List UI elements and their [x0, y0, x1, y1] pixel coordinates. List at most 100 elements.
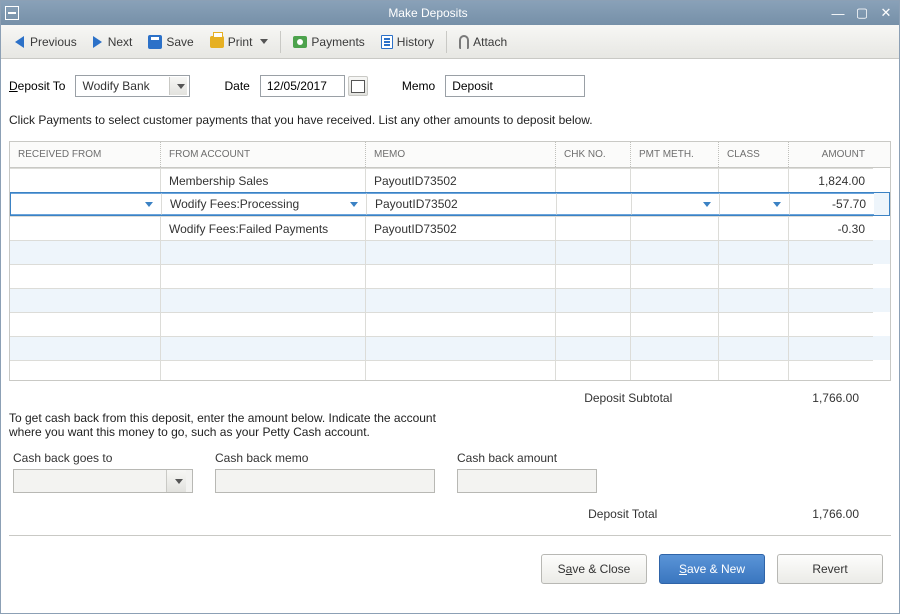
table-cell[interactable] [555, 312, 630, 336]
col-class[interactable]: CLASS [718, 142, 788, 167]
table-cell[interactable]: Wodify Fees:Failed Payments [160, 216, 365, 240]
table-cell[interactable]: PayoutID73502 [365, 168, 555, 192]
table-cell[interactable] [630, 312, 718, 336]
table-cell[interactable] [630, 216, 718, 240]
table-row[interactable] [10, 240, 890, 264]
table-cell[interactable] [556, 193, 631, 215]
table-cell[interactable] [365, 336, 555, 360]
table-cell[interactable] [555, 288, 630, 312]
col-chk-no[interactable]: CHK NO. [555, 142, 630, 167]
table-row[interactable] [10, 312, 890, 336]
table-cell[interactable] [788, 312, 873, 336]
save-close-button[interactable]: Save & Close [541, 554, 647, 584]
calendar-icon[interactable] [348, 76, 368, 96]
print-button[interactable]: Print [202, 31, 277, 53]
table-cell[interactable] [10, 168, 160, 192]
history-button[interactable]: History [373, 31, 442, 53]
table-cell[interactable] [788, 264, 873, 288]
table-cell[interactable] [10, 264, 160, 288]
table-cell[interactable] [365, 288, 555, 312]
save-new-button[interactable]: Save & New [659, 554, 765, 584]
table-cell[interactable]: PayoutID73502 [365, 216, 555, 240]
table-cell[interactable] [160, 288, 365, 312]
table-row[interactable]: Wodify Fees:Failed PaymentsPayoutID73502… [10, 216, 890, 240]
table-cell[interactable] [630, 168, 718, 192]
table-cell[interactable] [788, 240, 873, 264]
table-row[interactable]: Wodify Fees:ProcessingPayoutID73502 -57.7… [10, 192, 890, 216]
col-from-account[interactable]: FROM ACCOUNT [160, 142, 365, 167]
table-cell[interactable] [718, 264, 788, 288]
table-row[interactable] [10, 336, 890, 360]
table-cell[interactable] [555, 360, 630, 380]
col-pmt-meth[interactable]: PMT METH. [630, 142, 718, 167]
table-row[interactable] [10, 360, 890, 380]
table-cell[interactable] [555, 264, 630, 288]
deposit-to-select[interactable]: Wodify Bank [75, 75, 190, 97]
table-cell[interactable] [718, 336, 788, 360]
system-menu-icon[interactable] [5, 6, 19, 20]
table-cell[interactable] [788, 360, 873, 380]
table-cell[interactable] [718, 360, 788, 380]
table-cell[interactable] [10, 240, 160, 264]
table-body[interactable]: Membership SalesPayoutID735021,824.00Wod… [10, 168, 890, 380]
table-row[interactable] [10, 288, 890, 312]
table-cell[interactable] [10, 288, 160, 312]
table-cell[interactable] [365, 360, 555, 380]
table-cell[interactable] [630, 240, 718, 264]
revert-button[interactable]: Revert [777, 554, 883, 584]
table-cell[interactable] [160, 336, 365, 360]
table-cell[interactable] [160, 240, 365, 264]
col-memo[interactable]: MEMO [365, 142, 555, 167]
table-cell[interactable] [719, 193, 789, 215]
table-row[interactable]: Membership SalesPayoutID73502 1,824.00 [10, 168, 890, 192]
table-cell[interactable]: PayoutID73502 [366, 193, 556, 215]
table-cell[interactable] [365, 240, 555, 264]
table-cell[interactable] [10, 336, 160, 360]
table-cell[interactable] [631, 193, 719, 215]
cashback-goes-to-select[interactable] [13, 469, 193, 493]
table-cell[interactable] [160, 360, 365, 380]
table-cell[interactable] [788, 288, 873, 312]
table-cell[interactable] [11, 193, 161, 215]
memo-input[interactable] [445, 75, 585, 97]
table-cell[interactable]: 1,824.00 [788, 168, 873, 192]
table-cell[interactable] [10, 360, 160, 380]
table-cell[interactable] [555, 240, 630, 264]
table-cell[interactable]: -57.70 [789, 193, 874, 215]
table-cell[interactable] [555, 168, 630, 192]
col-amount[interactable]: AMOUNT [788, 142, 873, 167]
table-cell[interactable] [718, 240, 788, 264]
table-cell[interactable] [788, 336, 873, 360]
cashback-memo-input[interactable] [215, 469, 435, 493]
table-cell[interactable] [10, 216, 160, 240]
table-cell[interactable] [718, 216, 788, 240]
previous-button[interactable]: Previous [7, 31, 85, 53]
table-cell[interactable] [10, 312, 160, 336]
table-cell[interactable] [365, 264, 555, 288]
table-cell[interactable] [718, 288, 788, 312]
next-button[interactable]: Next [85, 31, 141, 53]
payments-button[interactable]: Payments [285, 31, 372, 53]
table-cell[interactable] [718, 168, 788, 192]
table-cell[interactable] [630, 264, 718, 288]
date-input[interactable] [260, 75, 345, 97]
table-cell[interactable] [718, 312, 788, 336]
save-button[interactable]: Save [140, 31, 201, 53]
table-cell[interactable] [630, 360, 718, 380]
col-received-from[interactable]: RECEIVED FROM [10, 142, 160, 167]
minimize-button[interactable]: — [829, 5, 847, 21]
maximize-button[interactable]: ▢ [853, 5, 871, 21]
attach-button[interactable]: Attach [451, 31, 515, 53]
table-cell[interactable] [630, 336, 718, 360]
table-cell[interactable] [160, 264, 365, 288]
close-button[interactable]: ✕ [877, 5, 895, 21]
table-cell[interactable]: -0.30 [788, 216, 873, 240]
cashback-amount-input[interactable] [457, 469, 597, 493]
table-row[interactable] [10, 264, 890, 288]
table-cell[interactable]: Membership Sales [160, 168, 365, 192]
table-cell[interactable] [630, 288, 718, 312]
table-cell[interactable]: Wodify Fees:Processing [161, 193, 366, 215]
table-cell[interactable] [365, 312, 555, 336]
table-cell[interactable] [555, 336, 630, 360]
table-cell[interactable] [160, 312, 365, 336]
